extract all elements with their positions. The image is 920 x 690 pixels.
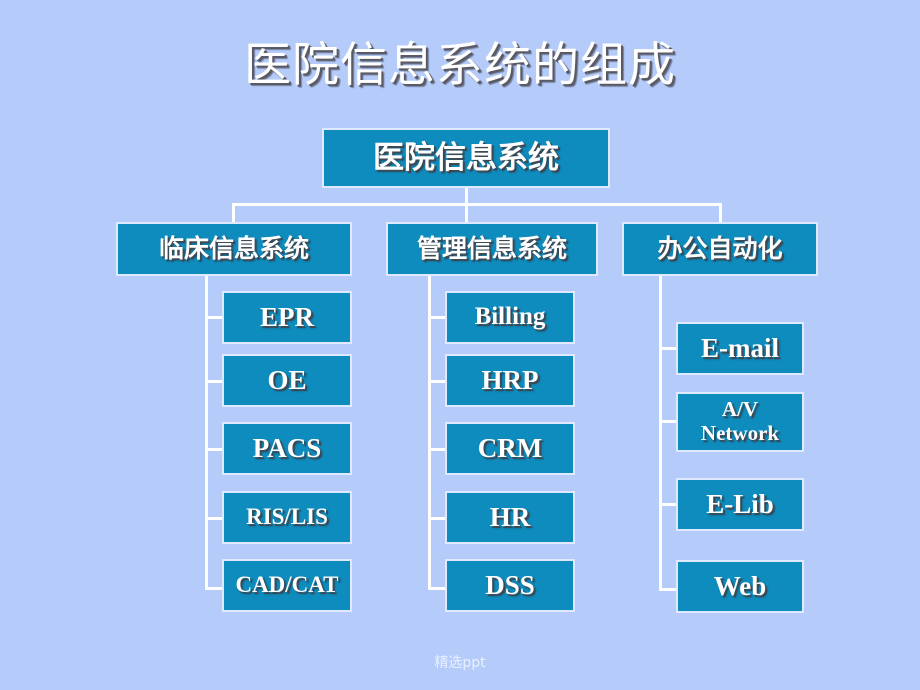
node-label: Web bbox=[713, 571, 767, 602]
node-label: 办公自动化 bbox=[657, 233, 783, 263]
connector-stub-crm bbox=[428, 448, 446, 451]
node-label: 医院信息系统 bbox=[373, 139, 559, 176]
node-label: RIS/LIS bbox=[246, 504, 328, 530]
node-dss[interactable]: DSS bbox=[445, 559, 575, 612]
connector-stub-cadcat bbox=[205, 587, 223, 590]
node-label: PACS bbox=[252, 433, 322, 464]
slide-canvas: 医院信息系统的组成 医院信息系统 临床信息系统 管理信息系统 办公自动化 EPR… bbox=[0, 0, 920, 690]
connector-stub-web bbox=[659, 588, 677, 591]
node-label: E-mail bbox=[701, 333, 779, 364]
node-web[interactable]: Web bbox=[676, 560, 804, 613]
node-label: E-Lib bbox=[706, 489, 774, 520]
node-label-line1: A/V bbox=[721, 397, 759, 422]
connector-drop-cis bbox=[232, 203, 235, 222]
node-label: 管理信息系统 bbox=[416, 233, 567, 263]
connector-spine-mis bbox=[428, 276, 431, 590]
node-hr[interactable]: HR bbox=[445, 491, 575, 544]
node-label: Billing bbox=[474, 303, 546, 331]
node-ris-lis[interactable]: RIS/LIS bbox=[222, 491, 352, 544]
node-label-line2: Network bbox=[700, 421, 780, 445]
connector-spine-cis bbox=[205, 276, 208, 590]
node-crm[interactable]: CRM bbox=[445, 422, 575, 475]
node-label: CRM bbox=[477, 433, 543, 464]
node-hospital-information-system[interactable]: 医院信息系统 bbox=[322, 128, 610, 188]
connector-stub-email bbox=[659, 347, 677, 350]
node-cad-cat[interactable]: CAD/CAT bbox=[222, 559, 352, 612]
node-office-automation[interactable]: 办公自动化 bbox=[622, 222, 818, 276]
connector-stub-avnet bbox=[659, 420, 677, 423]
node-label: EPR bbox=[260, 302, 314, 333]
connector-stub-epr bbox=[205, 316, 223, 319]
connector-drop-mis bbox=[465, 203, 468, 222]
connector-drop-oa bbox=[719, 203, 722, 222]
page-title: 医院信息系统的组成 bbox=[244, 38, 676, 93]
connector-stub-hrp bbox=[428, 380, 446, 383]
connector-stub-hr bbox=[428, 517, 446, 520]
node-label: CAD/CAT bbox=[235, 572, 339, 598]
node-clinical-information-system[interactable]: 临床信息系统 bbox=[116, 222, 352, 276]
node-billing[interactable]: Billing bbox=[445, 291, 575, 344]
node-label: OE bbox=[267, 365, 307, 396]
node-av-network[interactable]: A/V Network bbox=[676, 392, 804, 452]
connector-level2-bus bbox=[232, 203, 722, 206]
node-elib[interactable]: E-Lib bbox=[676, 478, 804, 531]
connector-stub-rislis bbox=[205, 517, 223, 520]
connector-stub-oe bbox=[205, 380, 223, 383]
node-oe[interactable]: OE bbox=[222, 354, 352, 407]
node-epr[interactable]: EPR bbox=[222, 291, 352, 344]
node-label: DSS bbox=[485, 570, 535, 601]
node-management-information-system[interactable]: 管理信息系统 bbox=[386, 222, 598, 276]
node-email[interactable]: E-mail bbox=[676, 322, 804, 375]
connector-spine-oa bbox=[659, 276, 662, 591]
node-pacs[interactable]: PACS bbox=[222, 422, 352, 475]
connector-stub-pacs bbox=[205, 448, 223, 451]
slide-footer: 精选ppt bbox=[434, 655, 486, 671]
connector-stub-dss bbox=[428, 587, 446, 590]
connector-stub-elib bbox=[659, 503, 677, 506]
node-label: 临床信息系统 bbox=[158, 233, 309, 263]
node-hrp[interactable]: HRP bbox=[445, 354, 575, 407]
node-label: A/V Network bbox=[678, 398, 802, 445]
node-label: HR bbox=[489, 502, 531, 533]
node-label: HRP bbox=[481, 365, 539, 396]
connector-stub-billing bbox=[428, 316, 446, 319]
